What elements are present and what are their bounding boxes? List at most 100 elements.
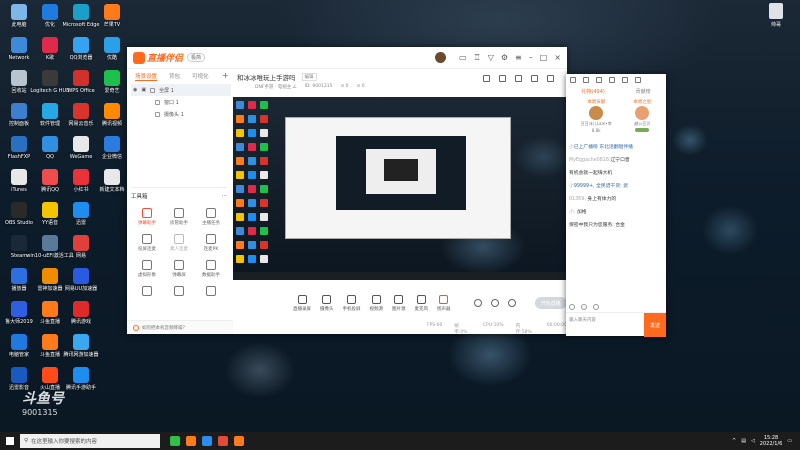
taskbar-app-icon[interactable]	[170, 436, 180, 446]
share-icon[interactable]	[547, 75, 554, 82]
desktop-icon[interactable]: iTunes	[2, 169, 36, 193]
source-control-button[interactable]: 图片源	[392, 294, 406, 312]
source-control-button[interactable]: 扬声器	[437, 294, 451, 312]
toolbox-item[interactable]: 素人连麦	[163, 234, 195, 252]
top-contributor[interactable]: 本周贡献 豆豆冰儿Lam•幸 8.8k	[581, 99, 612, 141]
desktop-icon[interactable]: Microsoft Edge	[63, 4, 99, 28]
maximize-button[interactable]: □	[540, 53, 548, 62]
start-button[interactable]	[0, 432, 20, 450]
taskbar-app-icon[interactable]	[234, 436, 244, 446]
source-control-button[interactable]: 直播录屏	[293, 294, 311, 312]
edit-title-button[interactable]: 编辑	[301, 73, 317, 81]
tab-ranking[interactable]: 贡献榜	[636, 88, 651, 95]
desktop-icon[interactable]: 网易	[64, 235, 98, 259]
emoji-icon[interactable]	[569, 304, 575, 310]
desktop-icon[interactable]: 迅雷	[64, 202, 98, 226]
chat-username[interactable]: MyEggache0818:	[569, 158, 611, 163]
top-star[interactable]: 本周之星 越公豆贝	[633, 99, 651, 141]
chat-username[interactable]: 01369:	[569, 197, 587, 202]
scene-item[interactable]: 窗口 1	[131, 96, 231, 108]
user-avatar[interactable]	[434, 52, 446, 63]
stream-category[interactable]: DNF手游 · 电视主 ∠	[255, 84, 297, 90]
start-live-button[interactable]: 开始直播	[534, 297, 567, 309]
filter-icon[interactable]: ▽	[488, 53, 494, 62]
minimize-button[interactable]: –	[529, 53, 533, 62]
desktop-icon[interactable]: 播放器	[2, 268, 36, 292]
user-icon[interactable]	[609, 77, 615, 83]
mic-settings-icon[interactable]	[490, 299, 499, 307]
layout-icon[interactable]	[483, 75, 490, 82]
toolbox-item[interactable]: 虚拟形象	[131, 260, 163, 278]
toolbox-item[interactable]	[163, 286, 195, 298]
desktop-icon[interactable]: 腾讯游戏	[64, 301, 98, 325]
tab-gifts[interactable]: 礼物(494)	[581, 88, 604, 95]
desktop-icon[interactable]: 小红书	[64, 169, 98, 193]
desktop-icon-topright[interactable]: 帅哥	[764, 3, 788, 28]
pin-icon[interactable]	[622, 77, 628, 83]
desktop-icon[interactable]: 网易云音乐	[64, 103, 98, 127]
grid-icon[interactable]	[583, 77, 589, 83]
notice-bar[interactable]: 如何把本机音频降噪？	[127, 320, 233, 334]
desktop-icon[interactable]: 优酷	[95, 37, 129, 61]
color-icon[interactable]	[593, 304, 599, 310]
desktop-icon[interactable]: 腾讯QQ	[33, 169, 67, 193]
toolbox-item[interactable]: 投屏连麦	[131, 234, 163, 252]
desktop-icon[interactable]: 腾讯视频	[95, 103, 129, 127]
taskbar-app-icon[interactable]	[186, 436, 196, 446]
chat-input[interactable]: 输入聊天内容	[569, 317, 596, 323]
desktop-icon[interactable]: 控制面板	[2, 103, 36, 127]
desktop-icon[interactable]: FlashFXP	[2, 136, 36, 160]
desktop-icon[interactable]: 爱奇艺	[95, 70, 129, 94]
volume-icon[interactable]: ◁	[751, 438, 755, 444]
chevron-up-icon[interactable]: ^	[732, 438, 736, 444]
menu-icon[interactable]: ≡	[515, 53, 522, 62]
source-control-button[interactable]: 手机投屏	[343, 294, 361, 312]
desktop-icon[interactable]: 斗鱼直播	[33, 301, 67, 325]
desktop-icon[interactable]: 鲁大师2019	[2, 301, 36, 325]
tab-scene-settings[interactable]: 场景设置	[135, 72, 158, 81]
version-tag[interactable]: 极简	[187, 53, 206, 62]
toolbox-item[interactable]	[131, 286, 163, 298]
toolbox-item[interactable]: 连麦PK	[195, 234, 227, 252]
record-icon[interactable]	[499, 75, 506, 82]
toolbox-item[interactable]: 主播任务	[195, 208, 227, 226]
video-icon[interactable]	[473, 299, 482, 307]
gear-icon[interactable]	[507, 299, 516, 307]
settings-icon[interactable]	[635, 77, 641, 83]
desktop-icon[interactable]: Logitech G HUB	[30, 70, 70, 94]
desktop-icon[interactable]: 网易UU加速器	[64, 268, 98, 292]
source-control-button[interactable]: 视频源	[370, 294, 383, 312]
desktop-icon[interactable]: QQ浏览器	[64, 37, 98, 61]
desktop-icon[interactable]: YY语音	[33, 202, 67, 226]
source-control-button[interactable]: 麦克风	[415, 294, 428, 312]
source-control-button[interactable]: 摄像头	[320, 294, 334, 312]
taskbar-app-icon[interactable]	[202, 436, 212, 446]
toolbox-item[interactable]: 房管助手	[163, 208, 195, 226]
eye-icon[interactable]: ◉	[133, 87, 137, 93]
desktop-icon[interactable]: 电脑管家	[2, 334, 36, 358]
desktop-icon[interactable]: 新建文本档	[95, 169, 129, 193]
shirt-icon[interactable]: ♖	[474, 53, 481, 62]
desktop-icon[interactable]: Network	[2, 37, 36, 61]
lock-icon[interactable]: ▣	[141, 87, 146, 93]
taskbar-search[interactable]: ⚲ 在这里输入你要搜索的内容	[20, 434, 160, 448]
toolbox-item[interactable]: 数据助手	[195, 260, 227, 278]
desktop-icon[interactable]: WeGame	[64, 136, 98, 160]
tab-backpack[interactable]: 背包	[169, 72, 180, 81]
desktop-icon[interactable]: QQ	[33, 136, 67, 160]
desktop-icon[interactable]: WPS Office	[64, 70, 98, 94]
desktop-icon[interactable]: 企业微信	[95, 136, 129, 160]
toolbox-item[interactable]: 弹幕助手	[131, 208, 163, 226]
notification-icon[interactable]: ▭	[787, 438, 792, 444]
desktop-icon[interactable]: 芒果TV	[95, 4, 129, 28]
screenshot-icon[interactable]	[515, 75, 522, 82]
desktop-icon[interactable]: 腾讯网游加速器	[64, 334, 99, 358]
taskbar-app-icon[interactable]	[218, 436, 228, 446]
clock[interactable]: 15:28 2022/1/6	[760, 435, 782, 447]
home-icon[interactable]	[570, 77, 576, 83]
scene-item[interactable]: ◉ ▣ 全屏 1	[131, 84, 231, 96]
toolbox-item[interactable]: 弹幕屏	[163, 260, 195, 278]
at-icon[interactable]	[581, 304, 587, 310]
gear-icon[interactable]: ⚙	[501, 53, 508, 62]
desktop-icon[interactable]: 软件管理	[33, 103, 67, 127]
